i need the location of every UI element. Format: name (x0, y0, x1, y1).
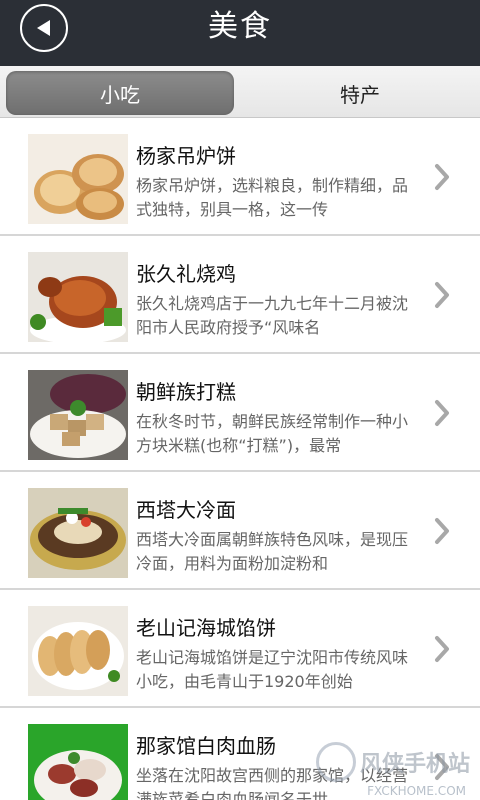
item-title: 老山记海城馅饼 (136, 616, 276, 640)
item-description: 在秋冬时节，朝鲜民族经常制作一种小方块米糕(也称“打糕”)，最常 (136, 412, 409, 455)
list-item[interactable]: 张久礼烧鸡 张久礼烧鸡店于一九九七年十二月被沈阳市人民政府授予“风味名 (0, 236, 480, 354)
list-item[interactable]: 老山记海城馅饼 老山记海城馅饼是辽宁沈阳市传统风味小吃，由毛青山于1920年创始 (0, 590, 480, 708)
chevron-right-icon (432, 634, 452, 664)
flatbread-photo (28, 134, 128, 224)
chevron-right-icon (432, 162, 452, 192)
tab-specialties[interactable]: 特产 (246, 71, 474, 115)
chevron-right-icon (432, 398, 452, 428)
item-description: 老山记海城馅饼是辽宁沈阳市传统风味小吃，由毛青山于1920年创始 (136, 648, 409, 691)
list-item[interactable]: 西塔大冷面 西塔大冷面属朝鲜族特色风味，是现压冷面，用料为面粉加淀粉和 (0, 472, 480, 590)
chevron-right-icon (432, 752, 452, 782)
item-title: 杨家吊炉饼 (136, 144, 236, 168)
item-title: 那家馆白肉血肠 (136, 734, 276, 758)
list-item[interactable]: 杨家吊炉饼 杨家吊炉饼，选料粮良，制作精细，品式独特，别具一格，这一传 (0, 118, 480, 236)
page-title: 美食 (208, 9, 272, 44)
top-bar: 美食 (0, 0, 480, 66)
blood-sausage-photo (28, 724, 128, 800)
rice-cake-photo (28, 370, 128, 460)
list-item[interactable]: 朝鲜族打糕 在秋冬时节，朝鲜民族经常制作一种小方块米糕(也称“打糕”)，最常 (0, 354, 480, 472)
roast-chicken-photo (28, 252, 128, 342)
chevron-right-icon (432, 516, 452, 546)
cold-noodle-photo (28, 488, 128, 578)
item-description: 西塔大冷面属朝鲜族特色风味，是现压冷面，用料为面粉加淀粉和 (136, 530, 409, 573)
chevron-right-icon (432, 280, 452, 310)
tab-snacks[interactable]: 小吃 (6, 71, 234, 115)
item-title: 朝鲜族打糕 (136, 380, 236, 404)
meat-pie-photo (28, 606, 128, 696)
item-title: 张久礼烧鸡 (136, 262, 236, 286)
item-description: 张久礼烧鸡店于一九九七年十二月被沈阳市人民政府授予“风味名 (136, 294, 409, 337)
item-description: 杨家吊炉饼，选料粮良，制作精细，品式独特，别具一格，这一传 (136, 176, 409, 219)
category-tabs: 小吃 特产 (0, 66, 480, 118)
watermark-url: FXCKHOME.COM (367, 784, 466, 798)
item-title: 西塔大冷面 (136, 498, 236, 522)
food-list[interactable]: 杨家吊炉饼 杨家吊炉饼，选料粮良，制作精细，品式独特，别具一格，这一传 张久礼烧… (0, 118, 480, 800)
